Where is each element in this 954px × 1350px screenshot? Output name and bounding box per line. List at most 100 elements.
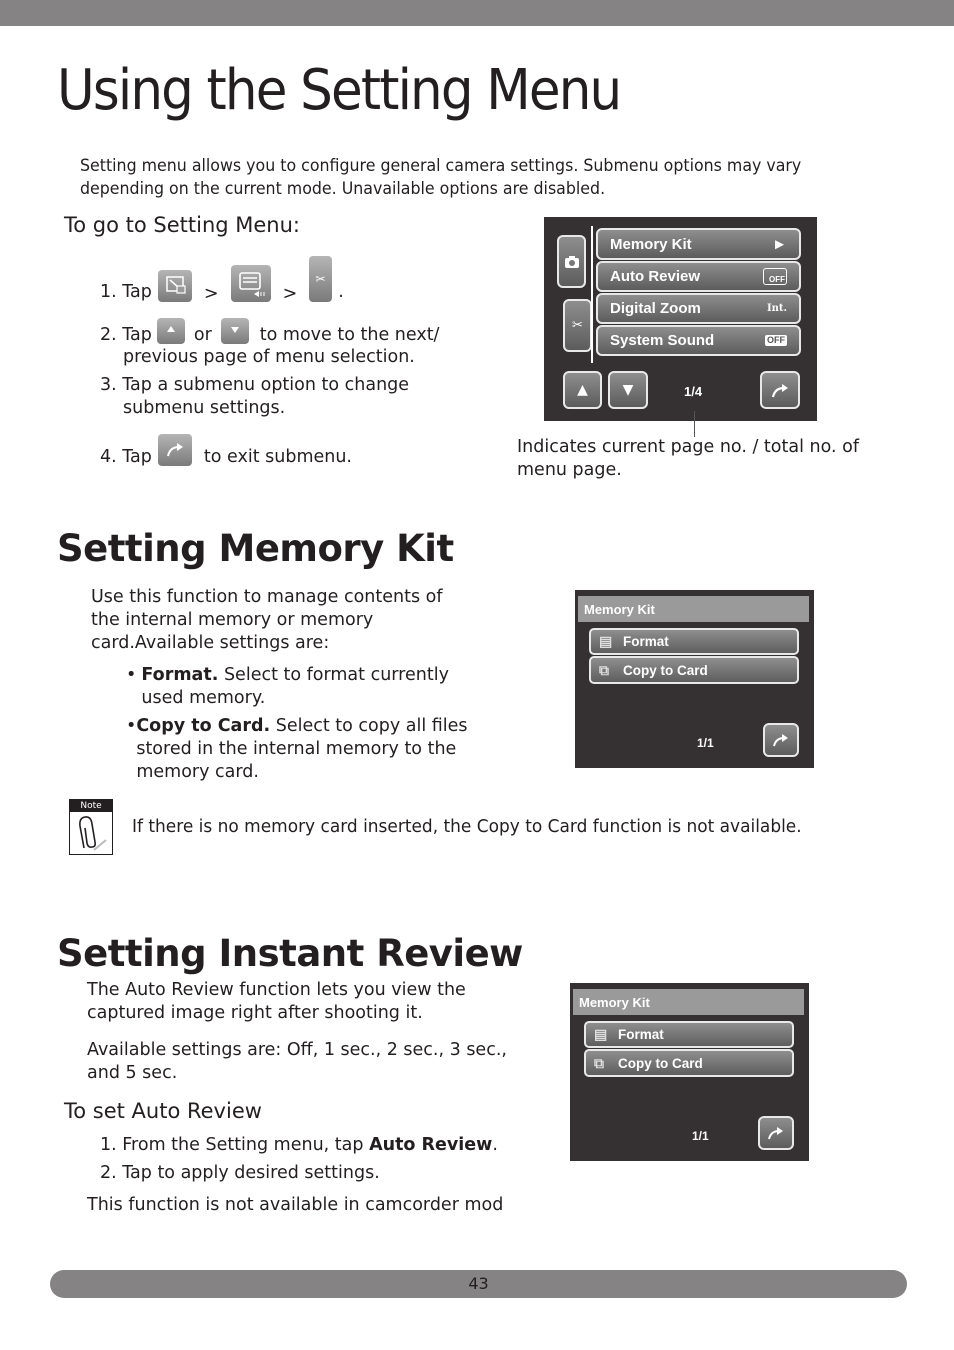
svg-text:✂: ✂ [316,272,326,286]
step-1-sep-1: > [203,284,219,304]
memory-kit-heading: Setting Memory Kit [57,527,454,570]
step-3-line2: submenu settings. [123,398,286,418]
page-down-button[interactable]: ▼ [608,371,648,409]
bullet: • [126,716,137,736]
auto-review-step-1: 1. From the Setting menu, tap Auto Revie… [100,1134,498,1157]
copy-to-card-icon: ⧉ [599,661,609,678]
instant-review-para-1: The Auto Review function lets you view t… [87,980,466,1023]
note-label: Note [70,800,112,812]
down-arrow-icon [220,318,249,344]
sound-off-icon: OFF [765,335,787,346]
goto-heading: To go to Setting Menu: [64,213,300,237]
menu-item-label: System Sound [610,332,715,349]
menu-icon [230,265,271,302]
step-2-label: 2. Tap [100,325,152,345]
format-button[interactable]: ▤ Format [589,628,799,655]
step-1-end: . [338,282,344,302]
page-indicator: 1/1 [692,1129,709,1143]
exit-arrow-icon [771,384,788,398]
button-label: Format [618,1027,664,1042]
button-label: Copy to Card [618,1055,703,1071]
digital-zoom-int-icon: Int. [766,303,787,314]
format-icon: ▤ [594,1026,608,1042]
menu-item-label: Auto Review [610,268,701,285]
paperclip-icon [79,816,107,851]
page-indicator-callout: Indicates current page no. / total no. o… [517,437,859,480]
copy-to-card-button[interactable]: ⧉ Copy to Card [584,1049,794,1077]
instant-review-para-2: Available settings are: Off, 1 sec., 2 s… [87,1040,507,1083]
auto-review-subheading: To set Auto Review [64,1099,262,1123]
exit-arrow-icon [157,434,192,466]
page-indicator: 1/4 [684,384,703,399]
button-label: Format [623,634,669,649]
step-2-or: or [193,325,212,345]
exit-arrow-icon [768,1127,783,1140]
exit-button[interactable] [763,723,799,757]
step-2-line2: previous page of menu selection. [123,347,415,367]
note-text: If there is no memory card inserted, the… [132,817,802,837]
copy-to-card-icon: ⧉ [594,1054,604,1071]
copy-to-card-button[interactable]: ⧉ Copy to Card [589,656,799,684]
bullet: • [126,665,137,685]
format-icon: ▤ [599,633,613,649]
instant-review-heading: Setting Instant Review [57,932,523,975]
camera-icon [564,255,579,268]
screen-header: Memory Kit [578,596,809,622]
step-4-text: to exit submenu. [203,447,352,467]
format-button[interactable]: ▤ Format [584,1021,794,1048]
exit-button[interactable] [758,1116,794,1150]
screen-header: Memory Kit [573,989,804,1015]
step-2-text: to move to the next/ [259,325,440,345]
button-label: Copy to Card [623,662,708,678]
option-text: Copy to Card. Select to copy all files s… [136,715,496,784]
setting-menu-screen: ✂ Memory Kit ► Auto Review OFF Digital Z… [544,217,817,421]
camera-tab[interactable] [557,235,586,288]
step-3: 3. Tap a submenu option to change [100,375,410,395]
option-name: Format. [141,665,219,685]
menu-item-memory-kit[interactable]: Memory Kit ► [596,228,801,260]
down-arrow-icon: ▼ [622,382,634,398]
menu-item-auto-review[interactable]: Auto Review OFF [596,261,801,292]
step-1: 1. Tap > > ✂ . [100,252,344,304]
menu-item-label: Digital Zoom [610,300,701,317]
mode-icon [157,270,192,302]
setting-tab[interactable]: ✂ [563,299,592,352]
menu-item-system-sound[interactable]: System Sound OFF [596,325,801,356]
option-text: Format. Select to format currently used … [141,664,496,710]
note-icon: Note [69,799,113,855]
auto-review-off-icon: OFF [763,268,787,285]
auto-review-step-2: 2. Tap to apply desired settings. [100,1163,380,1183]
memory-kit-intro: Use this function to manage contents of … [91,587,443,653]
page-up-button[interactable]: ▲ [563,371,602,409]
exit-arrow-icon [773,734,788,747]
tab-divider [591,226,593,363]
menu-item-digital-zoom[interactable]: Digital Zoom Int. [596,293,801,324]
step-bold: Auto Review [369,1135,493,1155]
instant-review-screen: Memory Kit ▤ Format ⧉ Copy to Card 1/1 [570,983,809,1161]
option-copy-to-card: • Copy to Card. Select to copy all files… [126,715,496,784]
auto-review-footnote: This function is not available in camcor… [87,1195,504,1215]
setting-wrench-icon: ✂ [309,256,333,302]
step-4-label: 4. Tap [100,447,152,467]
page-title: Using the Setting Menu [57,58,622,123]
step-2: 2. Tap or to move to the next/ [100,314,440,345]
page-number: 43 [50,1270,907,1298]
step-1-sep-2: > [282,284,298,304]
option-format: • Format. Select to format currently use… [126,664,496,710]
callout-line [694,411,695,437]
step-4: 4. Tap to exit submenu. [100,426,352,467]
top-banner [0,0,954,26]
up-arrow-icon [156,318,185,344]
step-end: . [492,1135,498,1155]
step-1-label: 1. Tap [100,282,152,302]
exit-button[interactable] [760,371,800,409]
memory-kit-options: • Format. Select to format currently use… [126,664,496,784]
memory-kit-screen: Memory Kit ▤ Format ⧉ Copy to Card 1/1 [575,590,814,768]
page-indicator: 1/1 [697,736,714,750]
up-arrow-icon: ▲ [577,382,588,398]
wrench-icon: ✂ [572,318,583,333]
intro-paragraph: Setting menu allows you to configure gen… [80,156,802,199]
option-name: Copy to Card. [136,716,271,736]
step-text: 1. From the Setting menu, tap [100,1135,370,1155]
play-arrow-icon: ► [772,235,787,253]
